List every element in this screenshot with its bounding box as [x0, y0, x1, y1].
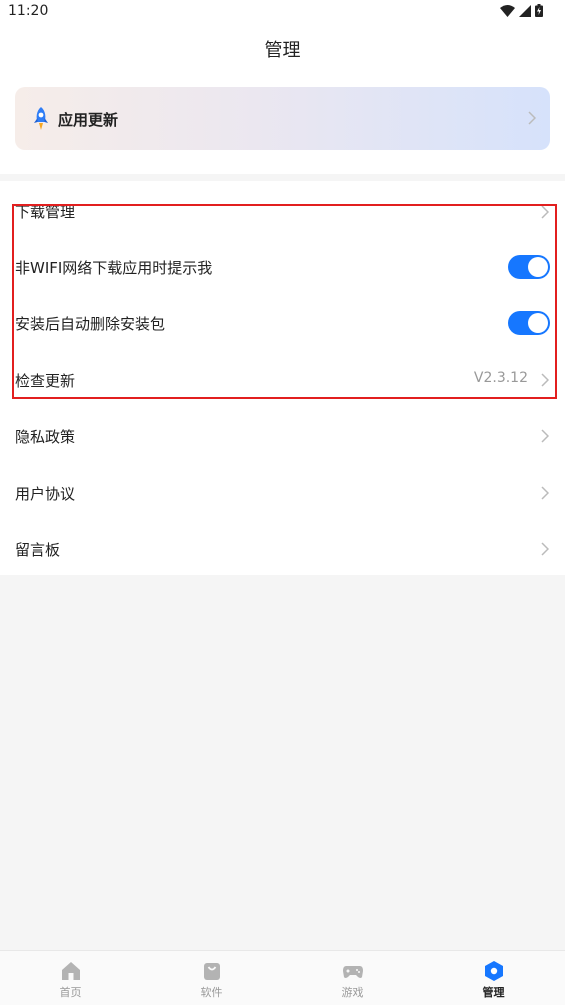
- non-wifi-prompt-row: 非WIFI网络下载应用时提示我: [0, 238, 565, 294]
- tab-label: 游戏: [341, 986, 364, 999]
- manage-hexagon-icon: [485, 961, 503, 981]
- message-board-label: 留言板: [15, 541, 61, 559]
- tab-games[interactable]: 游戏: [282, 951, 423, 1005]
- chevron-right-icon: [541, 542, 549, 556]
- status-time: 11:20: [8, 3, 49, 19]
- chevron-right-icon: [541, 205, 549, 219]
- gamepad-icon: [343, 966, 363, 978]
- auto-delete-package-label: 安装后自动删除安装包: [15, 315, 166, 333]
- rocket-icon: [34, 107, 48, 130]
- auto-delete-package-toggle[interactable]: [508, 311, 550, 335]
- chevron-right-icon: [541, 486, 549, 500]
- app-update-label: 应用更新: [58, 111, 119, 129]
- tab-label: 软件: [200, 986, 223, 999]
- user-agreement-row[interactable]: 用户协议: [0, 464, 565, 520]
- signal-icon: [519, 4, 531, 17]
- chevron-right-icon: [541, 373, 549, 387]
- toggle-knob: [528, 313, 548, 333]
- check-update-row[interactable]: 检查更新 V2.3.12: [0, 351, 565, 407]
- status-icons: [500, 4, 543, 17]
- tab-home[interactable]: 首页: [0, 951, 141, 1005]
- top-section: 11:20 管理 应用更新: [0, 0, 565, 174]
- chevron-right-icon: [528, 111, 536, 125]
- privacy-policy-row[interactable]: 隐私政策: [0, 407, 565, 463]
- bottom-tab-bar: 首页 软件 游戏 管理: [0, 950, 565, 1005]
- tab-label: 首页: [59, 986, 82, 999]
- non-wifi-prompt-label: 非WIFI网络下载应用时提示我: [15, 259, 213, 277]
- battery-icon: [535, 4, 543, 17]
- wifi-icon: [500, 4, 515, 17]
- status-bar: 11:20: [0, 0, 565, 24]
- app-update-card[interactable]: 应用更新: [15, 87, 550, 150]
- page-title: 管理: [264, 40, 301, 61]
- shopping-bag-icon: [204, 963, 220, 980]
- download-management-label: 下载管理: [15, 203, 76, 221]
- version-value: V2.3.12: [473, 370, 528, 386]
- user-agreement-label: 用户协议: [15, 485, 76, 503]
- tab-manage[interactable]: 管理: [423, 951, 564, 1005]
- message-board-row[interactable]: 留言板: [0, 520, 565, 576]
- chevron-right-icon: [541, 429, 549, 443]
- download-management-row[interactable]: 下载管理: [0, 183, 565, 239]
- check-update-label: 检查更新: [15, 372, 76, 390]
- settings-list: 下载管理 非WIFI网络下载应用时提示我 安装后自动删除安装包 检查更新 V2.…: [0, 181, 565, 575]
- home-icon: [62, 962, 80, 980]
- tab-software[interactable]: 软件: [141, 951, 282, 1005]
- non-wifi-prompt-toggle[interactable]: [508, 255, 550, 279]
- tab-label: 管理: [482, 986, 505, 999]
- privacy-policy-label: 隐私政策: [15, 428, 76, 446]
- toggle-knob: [528, 257, 548, 277]
- auto-delete-package-row: 安装后自动删除安装包: [0, 294, 565, 350]
